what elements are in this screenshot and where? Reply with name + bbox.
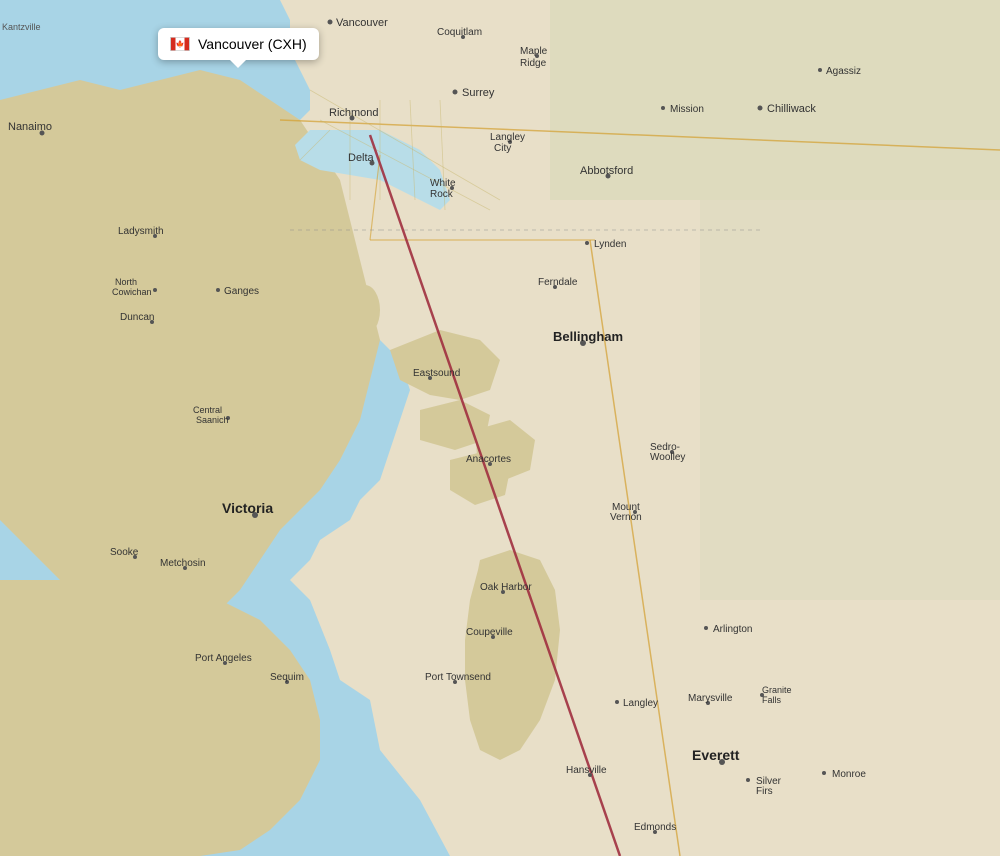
svg-text:Langley: Langley [623, 698, 658, 709]
svg-text:Lynden: Lynden [594, 239, 626, 250]
map-svg: Vancouver Coquitlam Maple Ridge Agassiz … [0, 0, 1000, 856]
map-container: Vancouver Coquitlam Maple Ridge Agassiz … [0, 0, 1000, 856]
svg-text:Oak Harbor: Oak Harbor [480, 582, 532, 593]
svg-text:Ferndale: Ferndale [538, 277, 578, 288]
svg-text:Rock: Rock [430, 189, 454, 200]
svg-text:Metchosin: Metchosin [160, 558, 206, 569]
svg-text:Agassiz: Agassiz [826, 66, 861, 77]
canada-flag-icon: 🍁 [170, 37, 190, 51]
svg-text:White: White [430, 178, 456, 189]
svg-text:Marysville: Marysville [688, 693, 733, 704]
svg-text:Granite: Granite [762, 685, 792, 695]
svg-text:Ladysmith: Ladysmith [118, 226, 164, 237]
svg-text:Saanich: Saanich [196, 415, 229, 425]
svg-text:Duncan: Duncan [120, 312, 154, 323]
svg-text:Surrey: Surrey [462, 87, 495, 99]
svg-text:Arlington: Arlington [713, 624, 752, 635]
svg-text:Richmond: Richmond [329, 107, 379, 119]
svg-text:Bellingham: Bellingham [553, 329, 623, 344]
svg-text:Monroe: Monroe [832, 769, 866, 780]
svg-text:Abbotsford: Abbotsford [580, 165, 633, 177]
svg-text:Everett: Everett [692, 747, 740, 763]
svg-text:Sooke: Sooke [110, 547, 139, 558]
popup-city-label: Vancouver (CXH) [198, 36, 307, 52]
svg-text:Central: Central [193, 405, 222, 415]
svg-text:Hansville: Hansville [566, 765, 607, 776]
svg-text:Coupeville: Coupeville [466, 627, 513, 638]
svg-text:Langley: Langley [490, 132, 525, 143]
svg-text:Coquitlam: Coquitlam [437, 27, 482, 38]
svg-text:Nanaimo: Nanaimo [8, 121, 52, 133]
svg-text:Eastsound: Eastsound [413, 368, 460, 379]
svg-text:Falls: Falls [762, 695, 782, 705]
svg-text:Delta: Delta [348, 152, 375, 164]
svg-text:Ridge: Ridge [520, 58, 547, 69]
svg-text:Chilliwack: Chilliwack [767, 103, 816, 115]
svg-text:Anacortes: Anacortes [466, 454, 511, 465]
svg-text:Woolley: Woolley [650, 452, 685, 463]
svg-text:Port Townsend: Port Townsend [425, 672, 491, 683]
svg-text:Kantzville: Kantzville [2, 22, 41, 32]
svg-text:Ganges: Ganges [224, 286, 259, 297]
vancouver-popup: 🍁 Vancouver (CXH) [158, 28, 319, 60]
svg-text:Cowichan: Cowichan [112, 287, 152, 297]
svg-text:Edmonds: Edmonds [634, 822, 676, 833]
svg-text:Vernon: Vernon [610, 512, 642, 523]
svg-text:Sequim: Sequim [270, 672, 304, 683]
svg-text:Mission: Mission [670, 104, 704, 115]
svg-text:Maple: Maple [520, 46, 548, 57]
svg-text:Port Angeles: Port Angeles [195, 653, 252, 664]
svg-text:🍁: 🍁 [176, 40, 185, 49]
svg-text:Firs: Firs [756, 786, 773, 797]
svg-text:North: North [115, 277, 137, 287]
svg-text:Victoria: Victoria [222, 500, 273, 516]
svg-text:Vancouver: Vancouver [336, 17, 388, 29]
svg-text:City: City [494, 143, 511, 154]
